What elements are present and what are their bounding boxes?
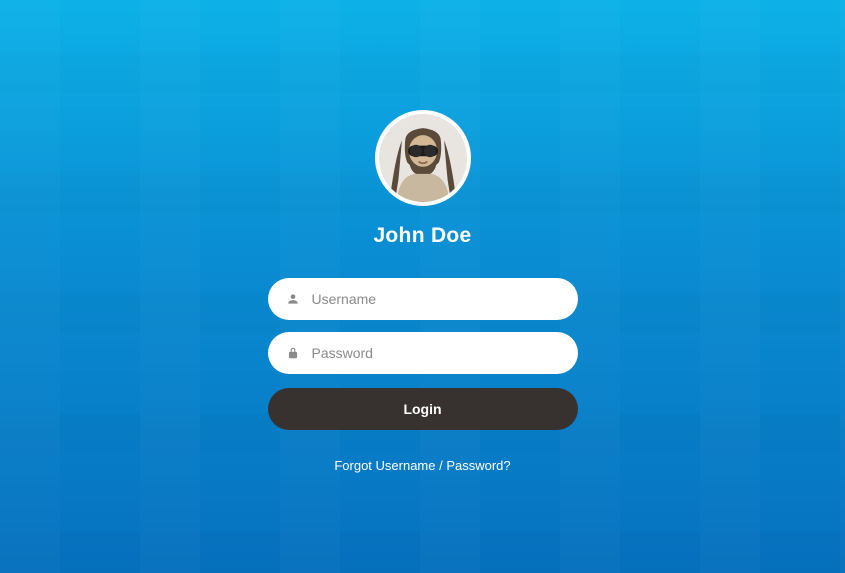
- login-form: John Doe Login Forgot Username / Passwor…: [268, 110, 578, 473]
- password-input[interactable]: [312, 345, 560, 361]
- forgot-credentials-link[interactable]: Forgot Username / Password?: [334, 458, 510, 473]
- password-field-wrap[interactable]: [268, 332, 578, 374]
- username-field-wrap[interactable]: [268, 278, 578, 320]
- login-button[interactable]: Login: [268, 388, 578, 430]
- user-icon: [286, 292, 300, 306]
- username-input[interactable]: [312, 291, 560, 307]
- avatar-image: [379, 114, 467, 202]
- lock-icon: [286, 346, 300, 360]
- avatar: [375, 110, 471, 206]
- user-name: John Doe: [373, 224, 471, 248]
